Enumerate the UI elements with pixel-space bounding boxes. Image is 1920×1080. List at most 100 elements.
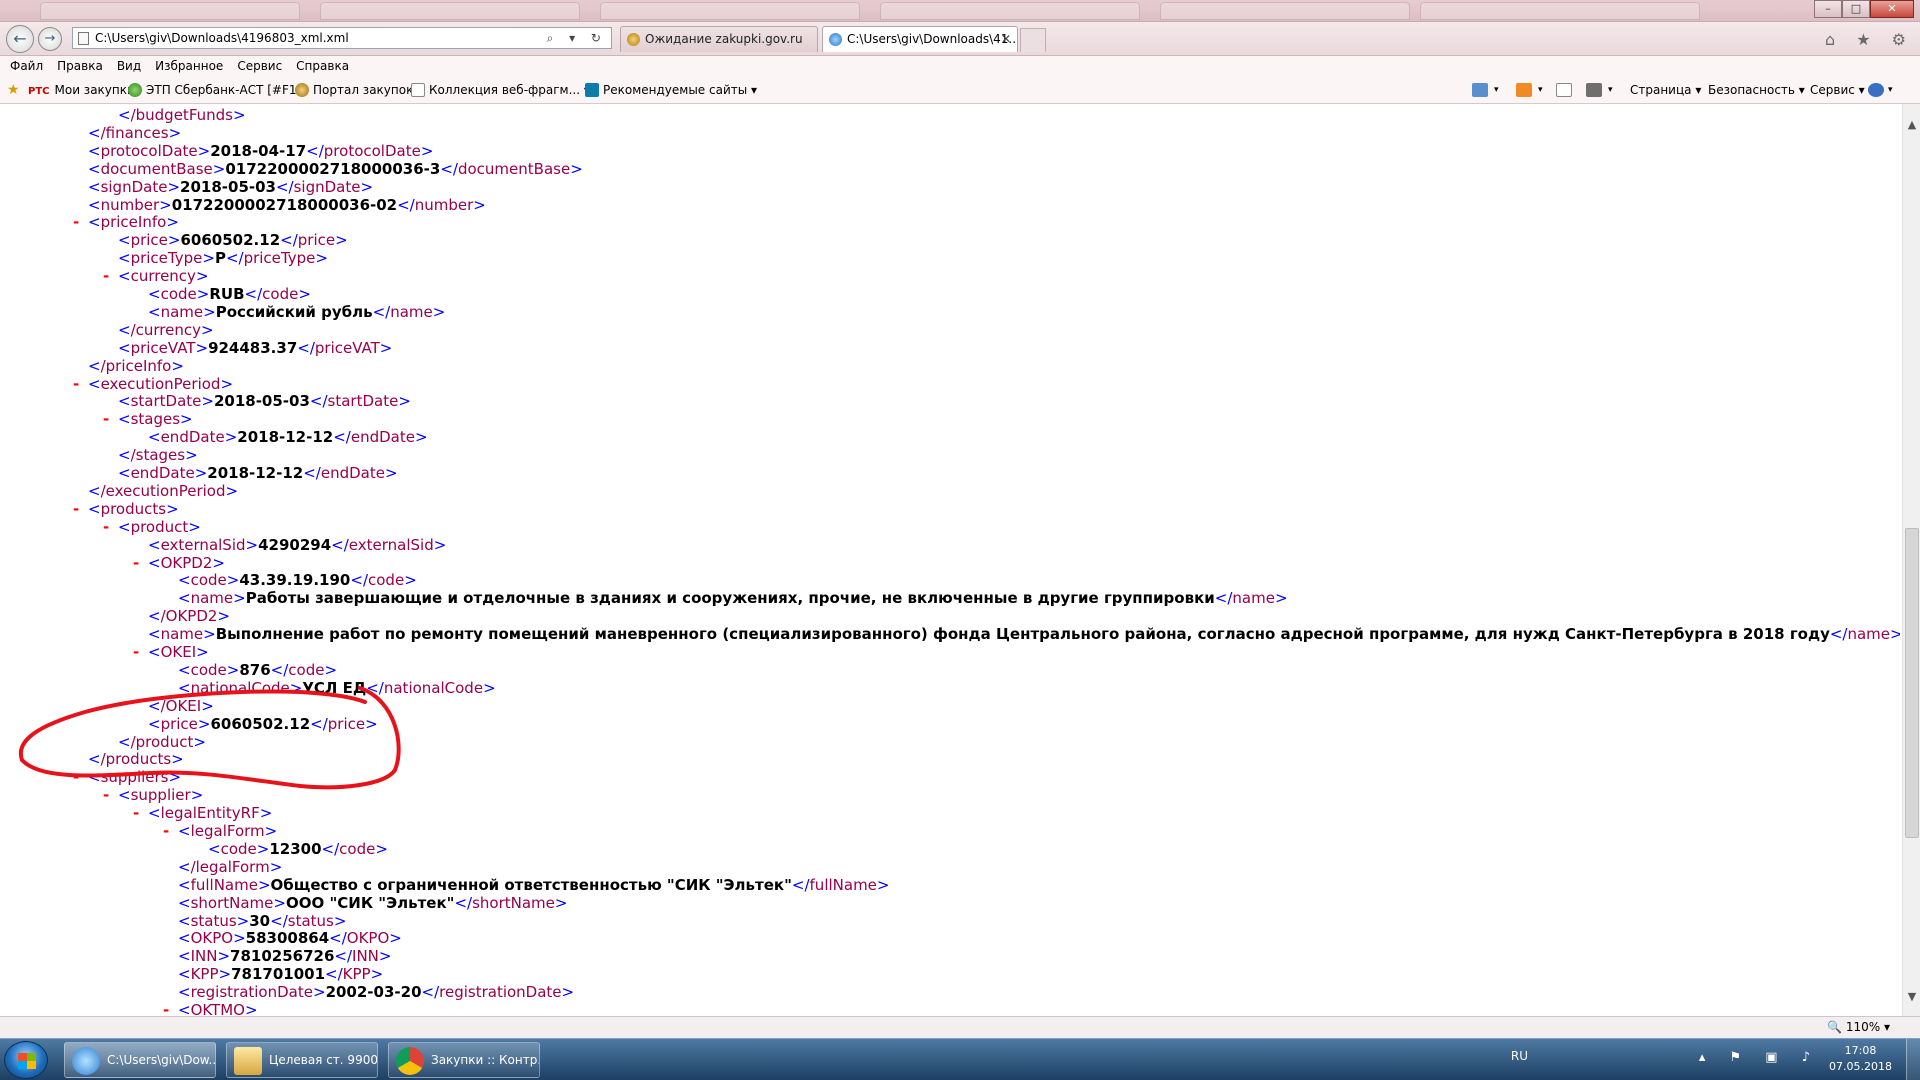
xml-open-tag: KPP [190, 965, 219, 984]
xml-line: <externalSid>4290294</externalSid> [148, 536, 446, 554]
home-icon[interactable] [1472, 83, 1488, 97]
collapse-toggle[interactable]: - [133, 804, 139, 822]
collapse-toggle[interactable]: - [73, 213, 79, 231]
xml-text-value: Выполнение работ по ремонту помещений ма… [215, 625, 1830, 644]
collapse-toggle[interactable]: - [73, 375, 79, 393]
back-button[interactable]: ← [6, 25, 34, 53]
angle-bracket: < [118, 320, 131, 339]
collapse-toggle[interactable]: - [133, 554, 139, 572]
menu-view[interactable]: Вид [117, 56, 141, 76]
system-tray: RU ▴ ⚑ ▣ ♪ 17:08 07.05.2018 [1500, 1039, 1920, 1080]
menu-help[interactable]: Справка [296, 56, 349, 76]
angle-bracket: > [201, 392, 214, 411]
collapse-toggle[interactable]: - [73, 768, 79, 786]
address-bar[interactable]: C:\Users\giv\Downloads\4196803_xml.xml ⌕… [72, 27, 612, 49]
help-icon[interactable] [1868, 83, 1884, 97]
collapse-toggle[interactable]: - [103, 518, 109, 536]
xml-line: - <legalForm> [163, 822, 277, 840]
collapse-toggle[interactable]: - [163, 822, 169, 840]
xml-line: </OKEI> [148, 697, 214, 715]
taskbar-item-folder[interactable]: Целевая ст. 9900... [226, 1042, 378, 1078]
xml-open-tag: protocolDate [100, 141, 198, 160]
angle-bracket: < [118, 517, 131, 536]
chevron-down-icon[interactable]: ▾ [1608, 76, 1613, 104]
collapse-toggle[interactable]: - [133, 643, 139, 661]
xml-line: <priceType>P</priceType> [118, 249, 328, 267]
taskbar-item-label: C:\Users\giv\Dow... [107, 1053, 216, 1067]
chevron-down-icon[interactable]: ▾ [1538, 76, 1543, 104]
xml-text-value: 781701001 [231, 965, 326, 984]
angle-bracket: </ [1829, 625, 1848, 644]
favorite-procurement-portal[interactable]: Портал закупок [295, 76, 413, 104]
collapse-toggle[interactable]: - [163, 1001, 169, 1016]
address-tools[interactable]: ⌕ ▾ ↻ [547, 28, 607, 48]
chevron-down-icon[interactable]: ▾ [1888, 76, 1893, 104]
taskbar-item-chrome[interactable]: Закупки :: Контр... [388, 1042, 540, 1078]
home-favorites-tools-icons[interactable]: ⌂ ★ ⚙ [1825, 30, 1914, 49]
coat-of-arms-icon [295, 83, 309, 97]
vertical-scrollbar[interactable]: ▲ ▼ [1902, 104, 1920, 1016]
angle-bracket: > [203, 625, 216, 644]
clock-time: 17:08 [1844, 1044, 1877, 1057]
tray-icons[interactable]: ▴ ⚑ ▣ ♪ [1699, 1050, 1820, 1065]
xml-text-value: 7810256726 [230, 947, 335, 966]
rss-feed-icon[interactable] [1516, 83, 1532, 97]
menu-edit[interactable]: Правка [57, 56, 103, 76]
xml-close-tag: fullName [809, 875, 877, 894]
tab-label: Ожидание zakupki.gov.ru [645, 32, 803, 46]
tab-zakupki-waiting[interactable]: Ожидание zakupki.gov.ru [620, 26, 818, 52]
mail-icon[interactable] [1556, 83, 1572, 97]
clock[interactable]: 17:08 07.05.2018 [1829, 1043, 1892, 1075]
safety-menu[interactable]: Безопасность ▾ [1708, 76, 1805, 104]
scroll-up-arrow-icon[interactable]: ▲ [1903, 116, 1920, 134]
new-tab-button[interactable] [1020, 28, 1046, 52]
angle-bracket: </ [454, 893, 473, 912]
angle-bracket: < [178, 947, 191, 966]
xml-text-value: 2002-03-20 [325, 983, 422, 1002]
angle-bracket: < [88, 499, 101, 518]
print-icon[interactable] [1586, 83, 1602, 97]
taskbar-item-internet-explorer[interactable]: C:\Users\giv\Dow... [64, 1042, 216, 1078]
scroll-down-arrow-icon[interactable]: ▼ [1903, 988, 1920, 1006]
menu-file[interactable]: Файл [10, 56, 43, 76]
start-button[interactable] [4, 1041, 48, 1079]
minimize-button[interactable]: – [1814, 0, 1842, 18]
collapse-toggle[interactable]: - [73, 500, 79, 518]
menu-tools[interactable]: Сервис [237, 56, 282, 76]
bing-icon [585, 83, 599, 97]
close-window-button[interactable]: ✕ [1870, 0, 1914, 18]
collapse-toggle[interactable]: - [103, 410, 109, 428]
xml-text-value: 4290294 [258, 535, 332, 554]
angle-bracket: > [570, 159, 583, 178]
xml-open-tag: OKPD2 [160, 553, 213, 572]
angle-bracket: </ [270, 660, 289, 679]
maximize-button[interactable]: □ [1842, 0, 1870, 18]
favorite-suggested-sites[interactable]: Рекомендуемые сайты ▾ [585, 76, 757, 104]
show-desktop-button[interactable] [1906, 1039, 1920, 1080]
zoom-level[interactable]: 🔍 110% ▾ [1827, 1020, 1890, 1034]
tab-close-icon[interactable]: ✕ [1001, 27, 1011, 51]
collapse-toggle[interactable]: - [103, 786, 109, 804]
favorite-web-slice-gallery[interactable]: Коллекция веб-фрагм... ▾ [411, 76, 590, 104]
page-menu[interactable]: Страница ▾ [1630, 76, 1701, 104]
tools-menu[interactable]: Сервис ▾ [1810, 76, 1865, 104]
collapse-toggle[interactable]: - [103, 267, 109, 285]
angle-bracket: < [178, 893, 191, 912]
xml-open-tag: code [190, 660, 227, 679]
favorites-star-icon[interactable]: ★ [7, 76, 20, 104]
forward-button[interactable]: → [38, 27, 62, 51]
xml-text-value: RUB [209, 285, 245, 303]
angle-bracket: > [245, 535, 259, 554]
menu-favorites[interactable]: Избранное [155, 56, 223, 76]
chevron-down-icon[interactable]: ▾ [1494, 76, 1499, 104]
xml-open-tag: priceType [130, 249, 203, 268]
angle-bracket: > [370, 965, 384, 984]
tab-xml-file[interactable]: C:\Users\giv\Downloads\41... ✕ [822, 26, 1018, 52]
favorite-my-purchases[interactable]: РТС Мои закупки [28, 76, 135, 106]
xml-line: </currency> [118, 321, 214, 339]
language-indicator[interactable]: RU [1511, 1049, 1528, 1063]
xml-close-tag: INN [352, 947, 379, 966]
scrollbar-thumb[interactable] [1905, 528, 1919, 838]
favorite-sberbank-ast[interactable]: ЭТП Сбербанк-АСТ [#F1] [128, 76, 301, 104]
angle-bracket: < [178, 929, 191, 948]
